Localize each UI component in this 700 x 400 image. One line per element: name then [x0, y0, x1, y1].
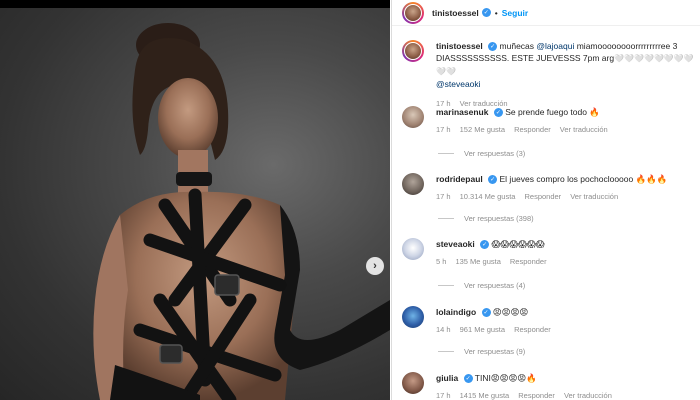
comment-likes[interactable]: 135 Me gusta: [455, 256, 500, 268]
reply-button[interactable]: Responder: [514, 124, 551, 136]
comment-text: Se prende fuego todo 🔥: [505, 107, 600, 117]
reply-button[interactable]: Responder: [524, 191, 561, 203]
follow-button[interactable]: Seguir: [502, 8, 528, 18]
comment-time: 14 h: [436, 325, 451, 334]
verified-badge-icon: ✓: [480, 240, 490, 250]
replies-divider: [438, 351, 454, 352]
caption-mention-lajoaqui[interactable]: @lajoaqui: [536, 41, 574, 51]
comment-text: 😱😱😱😱😱😱: [491, 239, 545, 249]
replies-divider: [438, 218, 454, 219]
view-replies-button[interactable]: Ver respuestas (9): [438, 347, 525, 356]
portrait-figure: [93, 23, 390, 400]
separator-dot: •: [494, 7, 498, 18]
chevron-right-icon[interactable]: ›: [366, 257, 384, 275]
instagram-post-window: › tinistoessel ✓ • Seguir tinistoessel ✓…: [0, 0, 700, 400]
translate-link[interactable]: Ver traducción: [570, 191, 618, 203]
caption-text-1: muñecas: [499, 41, 535, 51]
view-replies-button[interactable]: Ver respuestas (398): [438, 214, 534, 223]
reply-button[interactable]: Responder: [518, 390, 555, 400]
translate-link[interactable]: Ver traducción: [560, 124, 608, 136]
verified-badge-icon: ✓: [481, 8, 491, 17]
comment-likes[interactable]: 1415 Me gusta: [460, 390, 510, 400]
comment-item: marinasenuk ✓ Se prende fuego todo 🔥 17 …: [402, 106, 697, 136]
comment-text: 😡😡😡😡: [492, 307, 529, 317]
view-replies-button[interactable]: Ver respuestas (4): [438, 281, 525, 290]
comment-item: steveaoki ✓ 😱😱😱😱😱😱 5 h 135 Me gusta Resp…: [402, 238, 697, 268]
comment-text: TINI😡😡😡😡🔥: [474, 373, 537, 383]
comment-text: El jueves compro los pochoclooooo 🔥🔥🔥: [499, 174, 668, 184]
comment-item: giulia ✓ TINI😡😡😡😡🔥 17 h 1415 Me gusta Re…: [402, 372, 697, 400]
view-replies-label[interactable]: Ver respuestas (9): [464, 347, 525, 356]
comment-username[interactable]: steveaoki: [436, 239, 475, 249]
verified-badge-icon: ✓: [488, 42, 498, 52]
comment-username[interactable]: giulia: [436, 373, 458, 383]
comment-item: lolaindigo ✓ 😡😡😡😡 14 h 961 Me gusta Resp…: [402, 306, 697, 336]
comment-avatar[interactable]: [402, 106, 424, 128]
comment-likes[interactable]: 152 Me gusta: [460, 124, 505, 136]
verified-badge-icon: ✓: [493, 108, 503, 118]
caption-username[interactable]: tinistoessel: [436, 41, 483, 51]
comment-avatar[interactable]: [402, 306, 424, 328]
reply-button[interactable]: Responder: [514, 324, 551, 336]
caption-mention-steveaoki[interactable]: @steveaoki: [436, 79, 481, 89]
caption-avatar[interactable]: [402, 40, 424, 62]
comment-time: 17 h: [436, 125, 451, 134]
comment-likes[interactable]: 10.314 Me gusta: [460, 191, 516, 203]
view-replies-button[interactable]: Ver respuestas (3): [438, 149, 525, 158]
comment-likes[interactable]: 961 Me gusta: [460, 324, 505, 336]
comment-time: 5 h: [436, 257, 447, 266]
post-photo: ›: [0, 0, 390, 400]
comment-avatar[interactable]: [402, 173, 424, 195]
replies-divider: [438, 153, 454, 154]
comment-time: 17 h: [436, 192, 451, 201]
view-replies-label[interactable]: Ver respuestas (398): [464, 214, 534, 223]
comment-avatar[interactable]: [402, 238, 424, 260]
comment-username[interactable]: lolaindigo: [436, 307, 476, 317]
author-avatar[interactable]: [402, 1, 424, 24]
verified-badge-icon: ✓: [488, 175, 498, 185]
author-username[interactable]: tinistoessel: [432, 8, 479, 18]
comment-item: rodridepaul ✓ El jueves compro los pocho…: [402, 173, 697, 203]
comment-avatar[interactable]: [402, 372, 424, 394]
view-replies-label[interactable]: Ver respuestas (3): [464, 149, 525, 158]
comment-username[interactable]: rodridepaul: [436, 174, 483, 184]
post-header: tinistoessel ✓ • Seguir: [392, 0, 700, 26]
caption: tinistoessel ✓ muñecas @lajoaqui miamooo…: [402, 40, 697, 110]
reply-button[interactable]: Responder: [510, 256, 547, 268]
verified-badge-icon: ✓: [463, 374, 473, 384]
comment-time: 17 h: [436, 391, 451, 400]
replies-divider: [438, 285, 454, 286]
comment-username[interactable]: marinasenuk: [436, 107, 488, 117]
comments-panel: tinistoessel ✓ • Seguir tinistoessel ✓ m…: [391, 0, 700, 400]
translate-link[interactable]: Ver traducción: [564, 390, 612, 400]
view-replies-label[interactable]: Ver respuestas (4): [464, 281, 525, 290]
verified-badge-icon: ✓: [481, 308, 491, 318]
